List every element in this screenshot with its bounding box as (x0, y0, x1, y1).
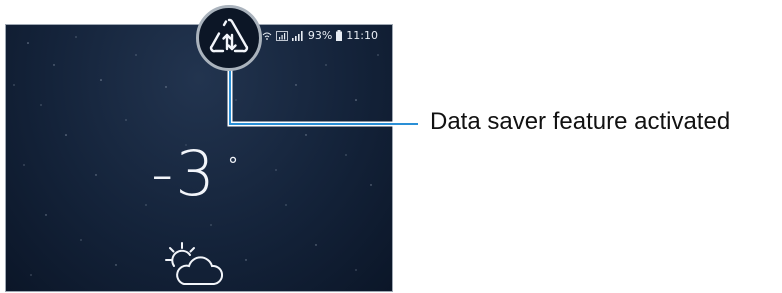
data-saver-highlight (196, 5, 262, 71)
callout-label: Data saver feature activated (430, 108, 731, 135)
clock-time: 11:10 (346, 29, 378, 42)
phone-lock-screen: 93% 11:10 -3 ° (5, 24, 393, 292)
temperature-value: -3 (151, 137, 217, 210)
wifi-icon (262, 31, 272, 41)
battery-percent: 93% (307, 29, 333, 42)
status-bar: 93% 11:10 (262, 29, 378, 42)
battery-icon (336, 30, 343, 41)
data-saver-icon (209, 18, 249, 53)
signal-strength-icon (291, 30, 304, 41)
partly-cloudy-icon (164, 240, 226, 291)
sim-signal-icon (275, 30, 288, 41)
degree-symbol: ° (228, 153, 238, 177)
